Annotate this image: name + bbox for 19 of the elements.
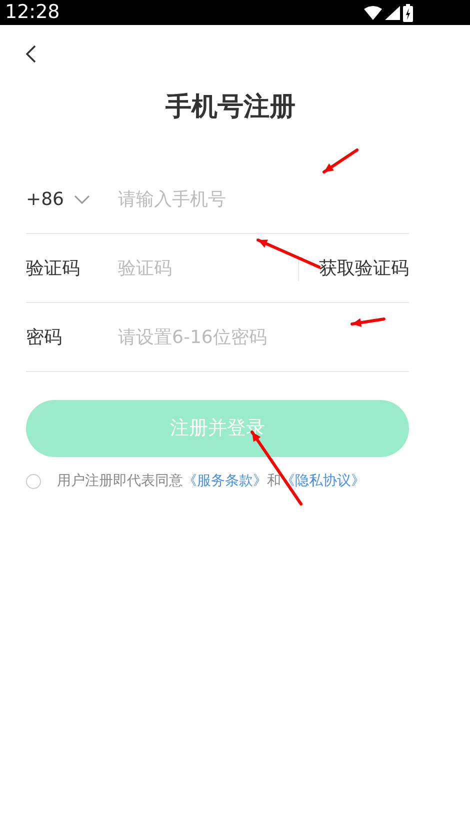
code-input-field[interactable]: 验证码 (118, 254, 268, 282)
signal-icon (385, 6, 400, 20)
battery-icon (403, 4, 413, 22)
password-input-field[interactable]: 请设置6-16位密码 (118, 324, 409, 350)
country-code-selector[interactable]: +86 (26, 186, 118, 212)
agreement-text: 用户注册即代表同意 (57, 472, 183, 491)
clock-time: 12:28 (5, 3, 60, 22)
agreement-text: 和 (267, 472, 281, 491)
page-title: 手机号注册 (166, 91, 296, 124)
agree-checkbox[interactable] (26, 474, 41, 489)
phone-input-field[interactable]: 请输入手机号 (118, 186, 409, 212)
back-icon (26, 45, 36, 63)
terms-link[interactable]: 《服务条款》 (183, 471, 267, 492)
privacy-link[interactable]: 《隐私协议》 (281, 471, 365, 492)
get-code-button[interactable]: 获取验证码 (299, 254, 409, 282)
field-label: 验证码 (26, 256, 81, 280)
chevron-down-icon (74, 194, 90, 204)
wifi-icon (364, 6, 382, 20)
field-label: 密码 (26, 326, 63, 350)
